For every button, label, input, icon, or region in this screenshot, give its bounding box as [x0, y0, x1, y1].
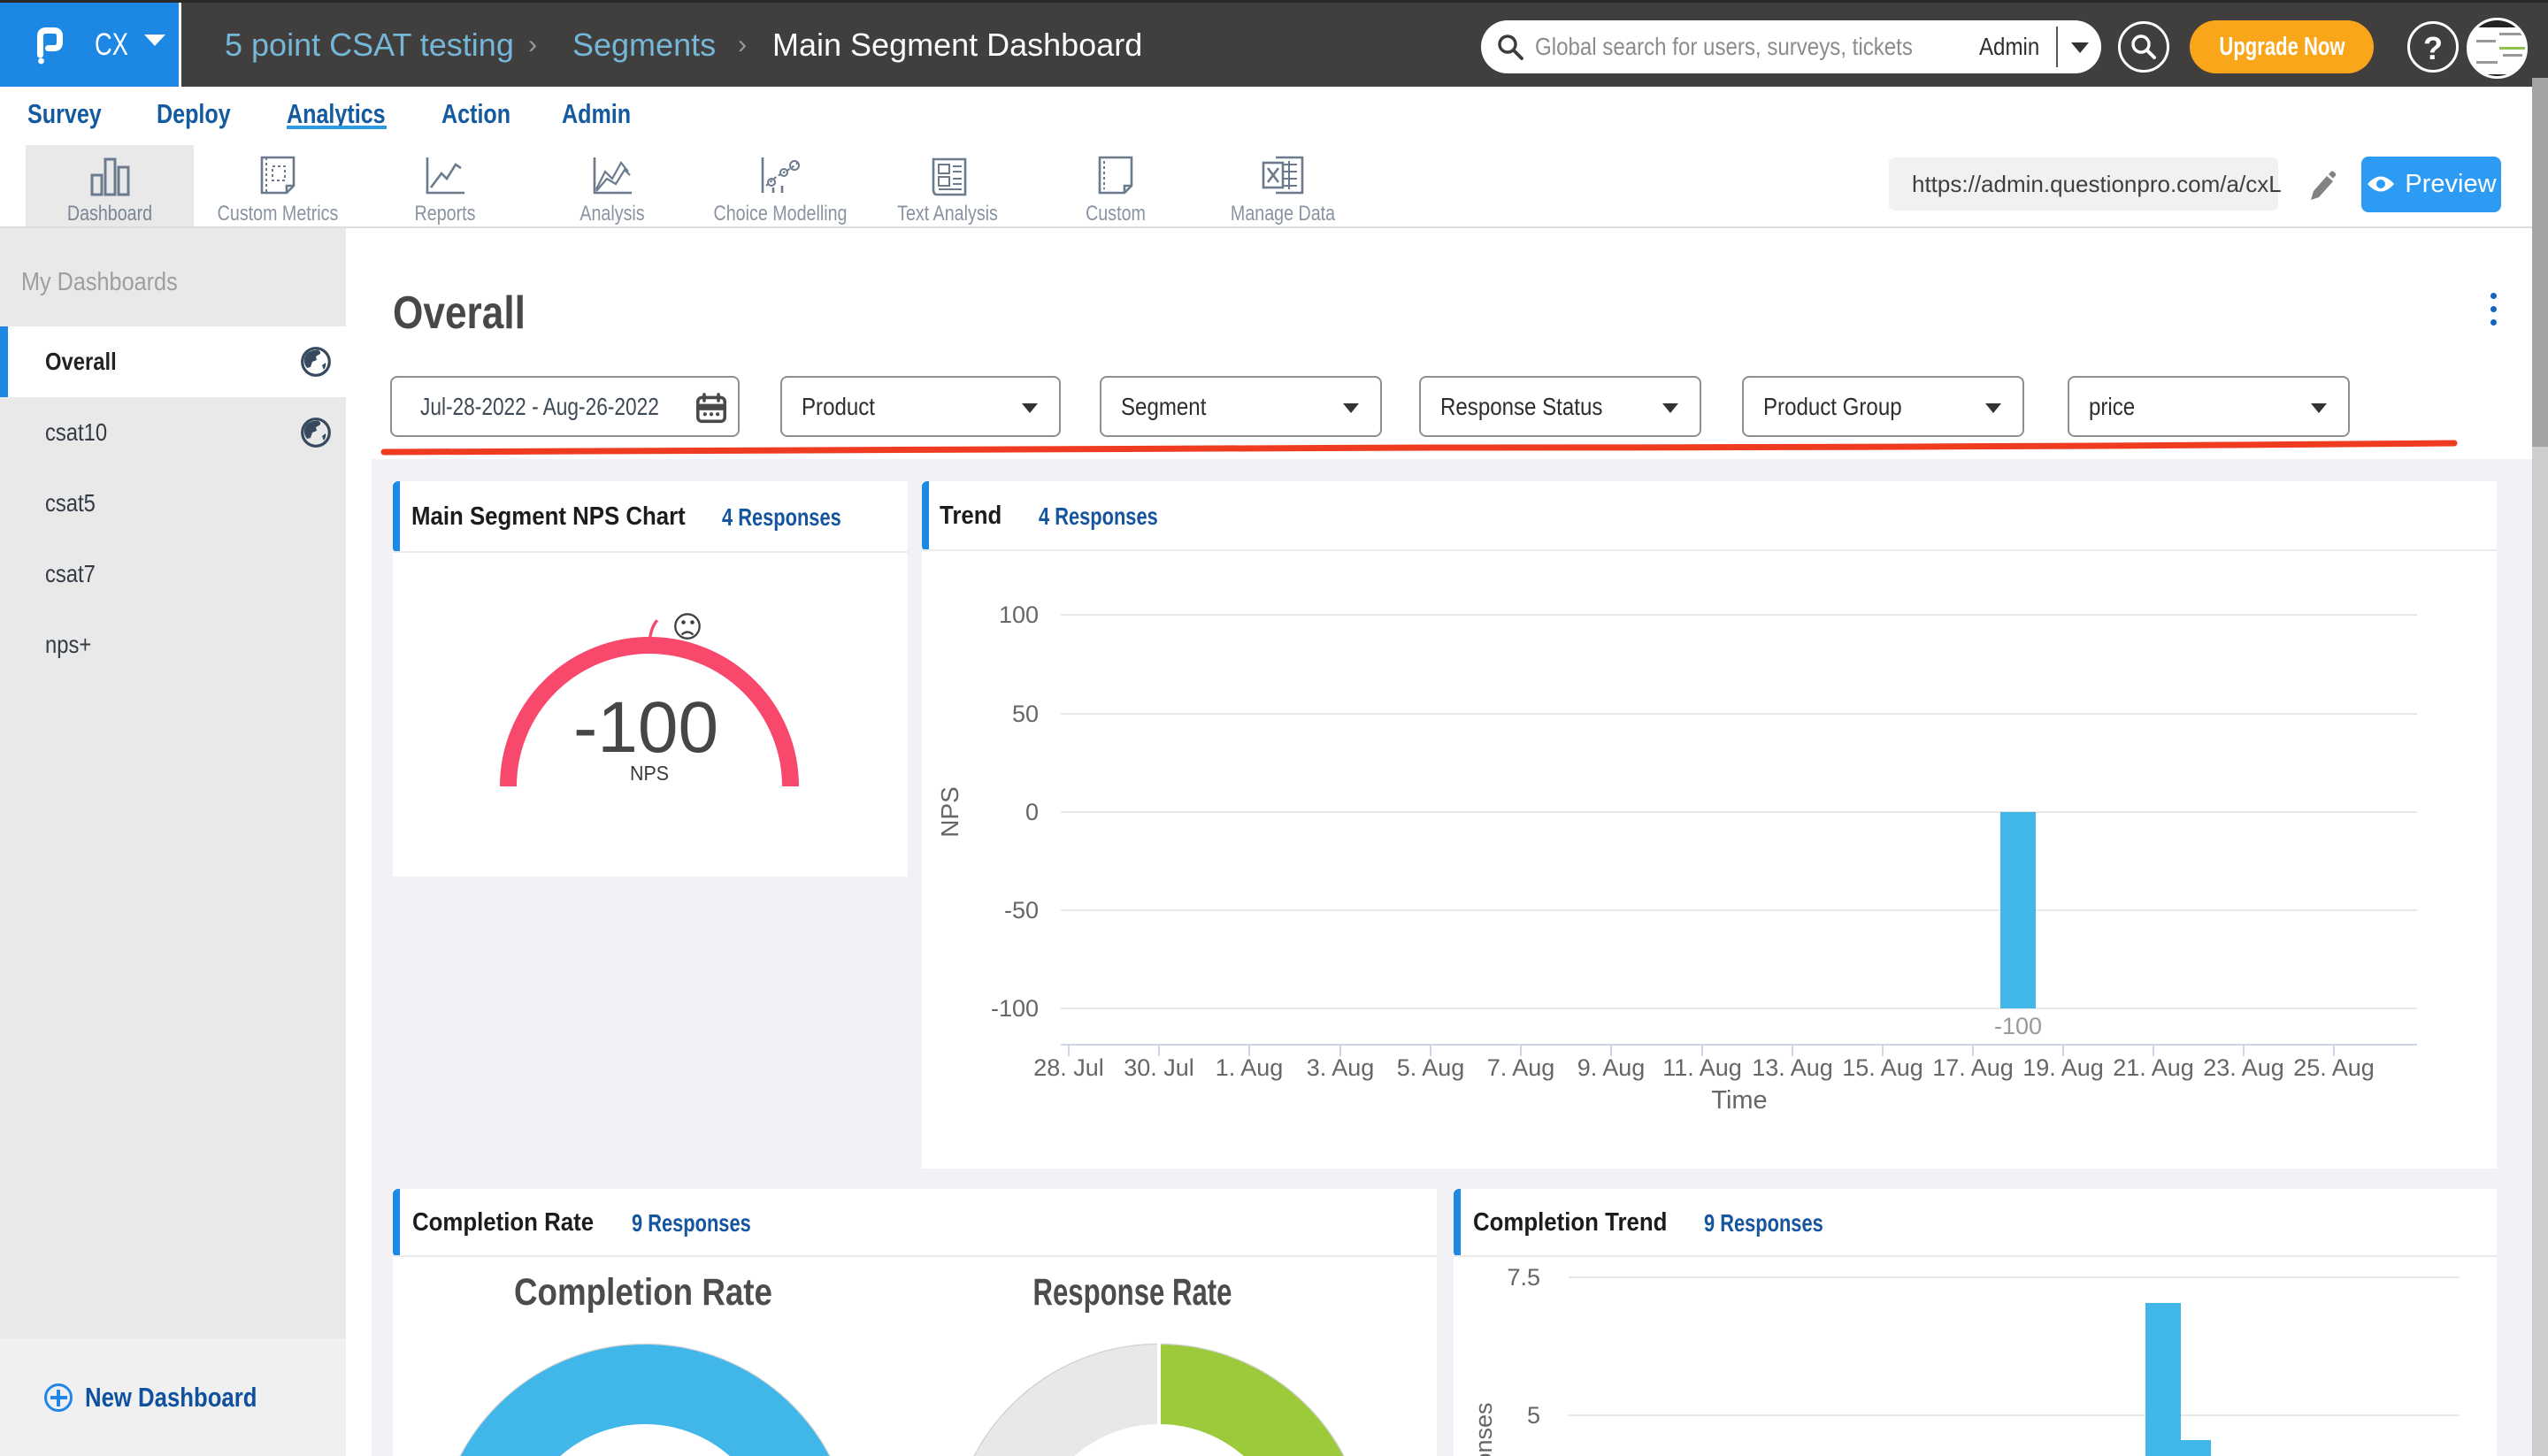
svg-text:7.5: 7.5 — [1507, 1264, 1540, 1291]
svg-text:-100: -100 — [1994, 1013, 2042, 1039]
svg-text:23. Aug: 23. Aug — [2203, 1054, 2284, 1081]
svg-text:50: 50 — [1012, 701, 1039, 727]
svg-text:Responses: Responses — [1470, 1402, 1497, 1456]
svg-text:5. Aug: 5. Aug — [1397, 1054, 1465, 1081]
svg-text:15. Aug: 15. Aug — [1842, 1054, 1923, 1081]
svg-text:Response Rate: Response Rate — [1033, 1271, 1232, 1314]
svg-text:-100: -100 — [573, 687, 718, 768]
svg-text:7. Aug: 7. Aug — [1487, 1054, 1555, 1081]
svg-text:25. Aug: 25. Aug — [2293, 1054, 2375, 1081]
svg-text:3. Aug: 3. Aug — [1307, 1054, 1375, 1081]
svg-text:28. Jul: 28. Jul — [1033, 1054, 1104, 1081]
svg-text:9. Aug: 9. Aug — [1577, 1054, 1646, 1081]
svg-text:1. Aug: 1. Aug — [1216, 1054, 1284, 1081]
svg-text:30. Jul: 30. Jul — [1124, 1054, 1194, 1081]
svg-text:19. Aug: 19. Aug — [2022, 1054, 2104, 1081]
svg-text:100: 100 — [999, 602, 1039, 628]
svg-text:NPS: NPS — [630, 762, 669, 785]
svg-text:Time: Time — [1711, 1086, 1767, 1115]
svg-text:13. Aug: 13. Aug — [1752, 1054, 1833, 1081]
svg-text:11. Aug: 11. Aug — [1662, 1054, 1742, 1081]
svg-text:17. Aug: 17. Aug — [1932, 1054, 2014, 1081]
svg-text:-100: -100 — [991, 995, 1039, 1022]
svg-text:21. Aug: 21. Aug — [2113, 1054, 2194, 1081]
svg-text:5: 5 — [1527, 1402, 1540, 1429]
svg-text:NPS: NPS — [936, 786, 963, 838]
svg-text:-50: -50 — [1004, 897, 1039, 923]
svg-text:0: 0 — [1025, 799, 1039, 825]
svg-text:Completion Rate: Completion Rate — [514, 1271, 772, 1314]
